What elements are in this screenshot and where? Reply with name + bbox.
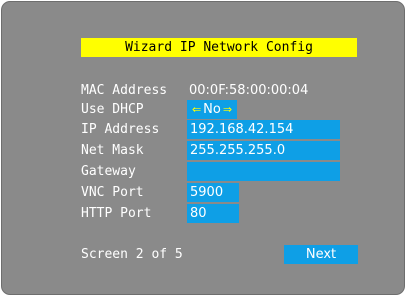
- gateway-field[interactable]: [187, 162, 340, 181]
- net-mask-field[interactable]: 255.255.255.0: [187, 141, 340, 160]
- right-arrow-icon: ⇒: [222, 103, 233, 116]
- use-dhcp-value: No: [203, 102, 221, 117]
- next-button[interactable]: Next: [284, 245, 358, 264]
- http-port-label: HTTP Port: [81, 206, 152, 221]
- http-port-field[interactable]: 80: [187, 204, 239, 223]
- wizard-panel: Wizard IP Network Config MAC Address 00:…: [1, 1, 405, 295]
- left-arrow-icon: ⇐: [191, 103, 202, 116]
- vnc-port-label: VNC Port: [81, 185, 144, 200]
- gateway-label: Gateway: [81, 164, 136, 179]
- wizard-title: Wizard IP Network Config: [81, 38, 357, 57]
- mac-address-label: MAC Address: [81, 83, 168, 98]
- vnc-port-field[interactable]: 5900: [187, 183, 239, 202]
- mac-address-value: 00:0F:58:00:00:04: [189, 83, 309, 98]
- use-dhcp-label: Use DHCP: [81, 102, 144, 117]
- screen-indicator: Screen 2 of 5: [81, 247, 183, 262]
- ip-address-label: IP Address: [81, 122, 160, 137]
- ip-address-field[interactable]: 192.168.42.154: [187, 120, 340, 139]
- net-mask-label: Net Mask: [81, 143, 144, 158]
- use-dhcp-toggle[interactable]: ⇐ No ⇒: [187, 100, 237, 119]
